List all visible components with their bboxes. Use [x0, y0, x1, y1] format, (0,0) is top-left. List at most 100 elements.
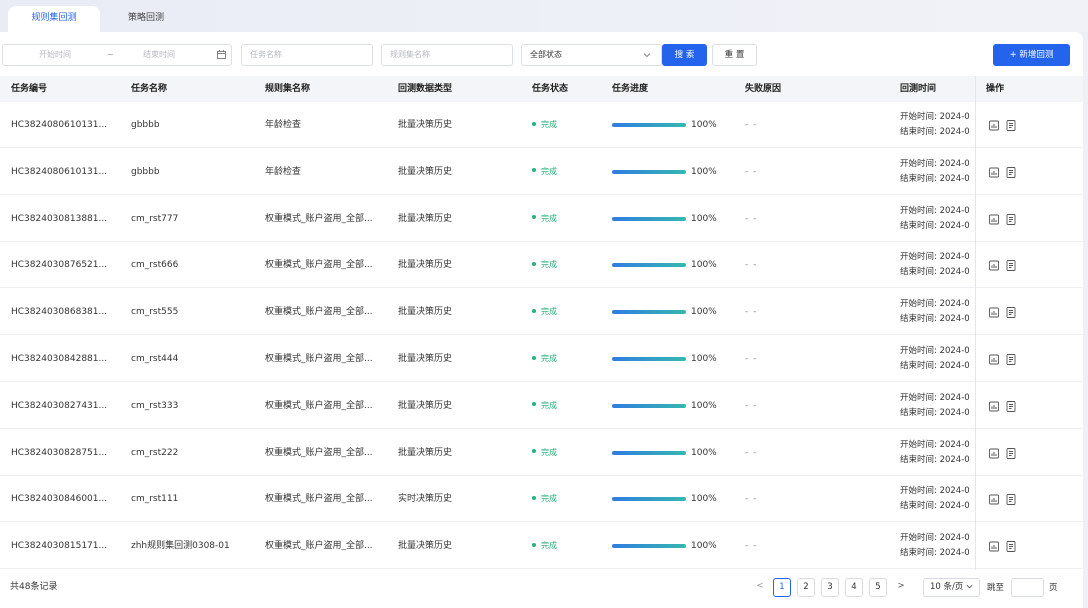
- reset-button[interactable]: 重 置: [712, 44, 757, 66]
- page-2-button[interactable]: 2: [797, 578, 815, 597]
- backtest-time: 开始时间: 2024-0 结束时间: 2024-0: [900, 391, 975, 421]
- task-name: cm_rst333: [131, 400, 179, 411]
- progress-percent: 100%: [691, 166, 717, 177]
- calendar-icon[interactable]: [217, 45, 226, 67]
- backtest-time: 开始时间: 2024-0 结束时间: 2024-0: [900, 204, 975, 234]
- document-icon[interactable]: [1006, 166, 1016, 178]
- page-3-button[interactable]: 3: [821, 578, 839, 597]
- data-type: 批量决策历史: [398, 400, 453, 411]
- chart-icon[interactable]: [989, 214, 999, 225]
- status-dot-icon: [532, 495, 536, 500]
- page-5-button[interactable]: 5: [869, 578, 887, 597]
- backtest-time: 开始时间: 2024-0 结束时间: 2024-0: [900, 110, 975, 140]
- next-page-button[interactable]: >: [894, 578, 908, 597]
- page-4-button[interactable]: 4: [845, 578, 863, 597]
- status-text: 完成: [541, 541, 557, 551]
- progress-percent: 100%: [691, 307, 717, 318]
- document-icon[interactable]: [1006, 260, 1016, 272]
- page-size-select[interactable]: 10 条/页: [923, 578, 980, 597]
- backtest-time: 开始时间: 2024-0 结束时间: 2024-0: [900, 438, 975, 468]
- progress-bar: [612, 123, 686, 127]
- status-dot-icon: [532, 168, 536, 173]
- tab-ruleset-backtest[interactable]: 规则集回测: [8, 6, 100, 32]
- status-badge: 完成: [532, 523, 602, 569]
- chart-icon[interactable]: [989, 307, 999, 318]
- document-icon[interactable]: [1006, 120, 1016, 131]
- table-row: HC3824030813881... cm_rst777 权重模式_账户盗用_全部.…: [0, 196, 1083, 242]
- status-dot-icon: [532, 542, 536, 547]
- document-icon[interactable]: [1006, 447, 1016, 459]
- table-row: HC3824030876521... cm_rst666 权重模式_账户盗用_全部.…: [0, 242, 1083, 289]
- date-range-picker[interactable]: 开始时间 ~ 结束时间: [2, 44, 232, 66]
- end-time-placeholder: 结束时间: [143, 50, 175, 59]
- col-task-status: 任务状态: [532, 84, 569, 94]
- chart-icon[interactable]: [989, 260, 999, 271]
- progress-percent: 100%: [691, 541, 717, 552]
- col-actions: 操作: [986, 84, 1005, 94]
- start-time: 开始时间: 2024-0: [900, 486, 970, 497]
- ruleset-name: 权重模式_账户盗用_全部...: [265, 260, 373, 271]
- status-text: 完成: [541, 260, 557, 270]
- task-name: zhh规则集回测0308-01: [131, 541, 230, 552]
- status-dot-icon: [532, 449, 536, 454]
- fail-reason: - -: [745, 400, 758, 411]
- col-data-type: 回测数据类型: [398, 84, 453, 94]
- chart-icon[interactable]: [989, 401, 999, 412]
- start-time: 开始时间: 2024-0: [900, 252, 970, 263]
- data-type: 批量决策历史: [398, 447, 453, 458]
- status-select[interactable]: 全部状态: [521, 44, 662, 66]
- task-id: HC3824030827431...: [11, 400, 108, 411]
- document-icon[interactable]: [1006, 494, 1016, 506]
- fail-reason: - -: [745, 447, 758, 458]
- status-dot-icon: [532, 355, 536, 360]
- goto-page-input[interactable]: [1011, 578, 1044, 597]
- document-icon[interactable]: [1006, 541, 1016, 553]
- status-badge: 完成: [532, 430, 602, 476]
- document-icon[interactable]: [1006, 213, 1016, 225]
- ruleset-name-input[interactable]: 规则集名称: [381, 44, 513, 66]
- status-dot-icon: [532, 402, 536, 407]
- start-time: 开始时间: 2024-0: [900, 533, 970, 544]
- backtest-time: 开始时间: 2024-0 结束时间: 2024-0: [900, 250, 975, 280]
- ruleset-name: 权重模式_账户盗用_全部...: [265, 400, 373, 411]
- add-backtest-button[interactable]: + 新增回测: [993, 44, 1070, 66]
- end-time: 结束时间: 2024-0: [900, 173, 970, 184]
- status-text: 完成: [541, 307, 557, 317]
- data-type: 批量决策历史: [398, 354, 453, 364]
- ruleset-name: 权重模式_账户盗用_全部...: [265, 494, 373, 505]
- document-icon[interactable]: [1006, 307, 1016, 319]
- chart-icon[interactable]: [989, 354, 999, 365]
- task-name-input[interactable]: 任务名称: [241, 44, 373, 66]
- tab-strategy-backtest[interactable]: 策略回测: [100, 6, 192, 32]
- status-badge: 完成: [532, 196, 602, 242]
- chart-icon[interactable]: [989, 120, 999, 131]
- start-time: 开始时间: 2024-0: [900, 439, 970, 450]
- end-time: 结束时间: 2024-0: [900, 454, 970, 465]
- data-type: 批量决策历史: [398, 166, 453, 177]
- task-id: HC3824080610131...: [11, 120, 108, 130]
- task-name: cm_rst555: [131, 307, 179, 318]
- progress-bar: [612, 169, 686, 174]
- prev-page-button[interactable]: <: [753, 578, 767, 597]
- fail-reason: - -: [745, 213, 758, 224]
- status-text: 完成: [541, 447, 557, 457]
- chart-icon[interactable]: [989, 167, 999, 178]
- ruleset-name: 年龄检查: [265, 120, 302, 130]
- document-icon[interactable]: [1006, 400, 1016, 412]
- ruleset-name: 权重模式_账户盗用_全部...: [265, 541, 373, 552]
- chart-icon[interactable]: [989, 448, 999, 459]
- fail-reason: - -: [745, 307, 758, 318]
- page-1-button[interactable]: 1: [773, 578, 791, 597]
- ruleset-name: 权重模式_账户盗用_全部...: [265, 354, 373, 364]
- main-panel: 开始时间 ~ 结束时间 任务名称 规则集名称 全部状态 搜 索 重 置 + 新增…: [0, 32, 1083, 608]
- document-icon[interactable]: [1006, 354, 1016, 365]
- table-row: HC3824080610131... gbbbb 年龄检查 批量决策历史 完成 100% -…: [0, 149, 1083, 195]
- col-task-name: 任务名称: [131, 84, 168, 94]
- progress-bar: [612, 216, 686, 221]
- task-name: gbbbb: [131, 166, 160, 177]
- chart-icon[interactable]: [989, 494, 999, 505]
- end-time: 结束时间: 2024-0: [900, 361, 970, 371]
- chart-icon[interactable]: [989, 541, 999, 552]
- search-button[interactable]: 搜 索: [662, 44, 707, 66]
- task-name: cm_rst777: [131, 213, 179, 224]
